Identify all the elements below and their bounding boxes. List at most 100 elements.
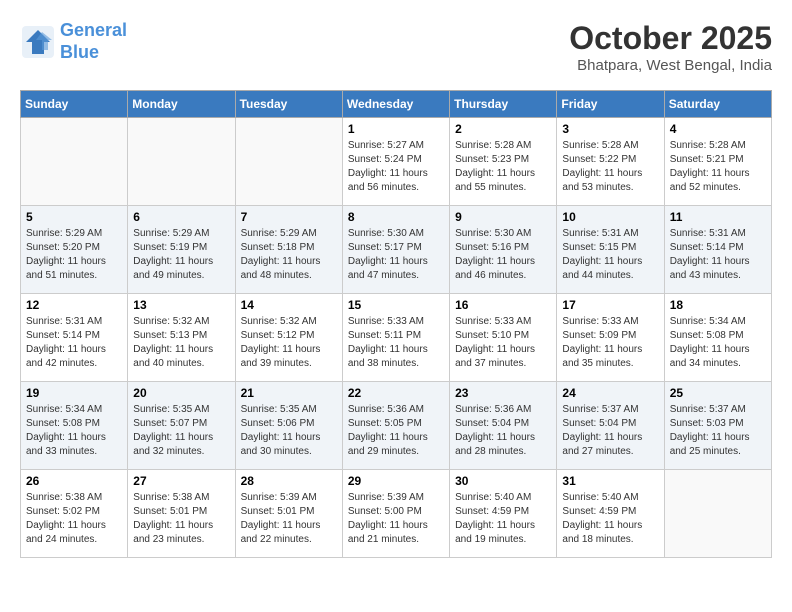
day-detail: Sunrise: 5:40 AM Sunset: 4:59 PM Dayligh… xyxy=(562,491,658,547)
day-detail: Sunrise: 5:37 AM Sunset: 5:03 PM Dayligh… xyxy=(670,403,766,459)
col-header-friday: Friday xyxy=(557,91,664,118)
calendar-cell: 15Sunrise: 5:33 AM Sunset: 5:11 PM Dayli… xyxy=(342,294,449,382)
col-header-wednesday: Wednesday xyxy=(342,91,449,118)
day-number: 3 xyxy=(562,122,658,136)
day-number: 9 xyxy=(455,210,551,224)
title-block: October 2025 Bhatpara, West Bengal, Indi… xyxy=(569,20,772,74)
calendar-cell: 9 Sunrise: 5:30 AM Sunset: 5:16 PM Daylig… xyxy=(450,206,557,294)
calendar-cell: 29Sunrise: 5:39 AM Sunset: 5:00 PM Dayli… xyxy=(342,470,449,558)
day-number: 17 xyxy=(562,298,658,312)
calendar-cell: 8 Sunrise: 5:30 AM Sunset: 5:17 PM Daylig… xyxy=(342,206,449,294)
day-detail: Sunrise: 5:33 AM Sunset: 5:10 PM Dayligh… xyxy=(455,315,551,371)
day-number: 2 xyxy=(455,122,551,136)
day-number: 16 xyxy=(455,298,551,312)
calendar-cell xyxy=(128,118,235,206)
day-detail: Sunrise: 5:38 AM Sunset: 5:02 PM Dayligh… xyxy=(26,491,122,547)
day-number: 4 xyxy=(670,122,766,136)
calendar-week-4: 19Sunrise: 5:34 AM Sunset: 5:08 PM Dayli… xyxy=(21,382,772,470)
day-detail: Sunrise: 5:28 AM Sunset: 5:21 PM Dayligh… xyxy=(670,139,766,195)
day-number: 1 xyxy=(348,122,444,136)
day-detail: Sunrise: 5:31 AM Sunset: 5:15 PM Dayligh… xyxy=(562,227,658,283)
logo-line2: Blue xyxy=(60,42,99,62)
calendar-cell xyxy=(21,118,128,206)
day-number: 7 xyxy=(241,210,337,224)
col-header-sunday: Sunday xyxy=(21,91,128,118)
calendar-cell: 27Sunrise: 5:38 AM Sunset: 5:01 PM Dayli… xyxy=(128,470,235,558)
day-detail: Sunrise: 5:27 AM Sunset: 5:24 PM Dayligh… xyxy=(348,139,444,195)
calendar-cell: 28 Sunrise: 5:39 AM Sunset: 5:01 PM Dayli… xyxy=(235,470,342,558)
calendar-cell: 4 Sunrise: 5:28 AM Sunset: 5:21 PM Daylig… xyxy=(664,118,771,206)
calendar-week-2: 5 Sunrise: 5:29 AM Sunset: 5:20 PM Daylig… xyxy=(21,206,772,294)
calendar-cell: 26Sunrise: 5:38 AM Sunset: 5:02 PM Dayli… xyxy=(21,470,128,558)
day-detail: Sunrise: 5:29 AM Sunset: 5:19 PM Dayligh… xyxy=(133,227,229,283)
day-number: 24 xyxy=(562,386,658,400)
day-number: 28 xyxy=(241,474,337,488)
col-header-monday: Monday xyxy=(128,91,235,118)
calendar-cell: 3Sunrise: 5:28 AM Sunset: 5:22 PM Daylig… xyxy=(557,118,664,206)
calendar-cell: 5 Sunrise: 5:29 AM Sunset: 5:20 PM Daylig… xyxy=(21,206,128,294)
day-detail: Sunrise: 5:38 AM Sunset: 5:01 PM Dayligh… xyxy=(133,491,229,547)
calendar-cell: 12 Sunrise: 5:31 AM Sunset: 5:14 PM Dayli… xyxy=(21,294,128,382)
calendar-cell: 13 Sunrise: 5:32 AM Sunset: 5:13 PM Dayli… xyxy=(128,294,235,382)
calendar-cell: 24 Sunrise: 5:37 AM Sunset: 5:04 PM Dayli… xyxy=(557,382,664,470)
calendar-cell: 21 Sunrise: 5:35 AM Sunset: 5:06 PM Dayli… xyxy=(235,382,342,470)
day-detail: Sunrise: 5:30 AM Sunset: 5:16 PM Dayligh… xyxy=(455,227,551,283)
day-detail: Sunrise: 5:31 AM Sunset: 5:14 PM Dayligh… xyxy=(670,227,766,283)
logo-icon xyxy=(20,24,56,60)
month-title: October 2025 xyxy=(569,20,772,57)
calendar-cell: 20Sunrise: 5:35 AM Sunset: 5:07 PM Dayli… xyxy=(128,382,235,470)
day-detail: Sunrise: 5:33 AM Sunset: 5:11 PM Dayligh… xyxy=(348,315,444,371)
location: Bhatpara, West Bengal, India xyxy=(569,57,772,74)
day-detail: Sunrise: 5:36 AM Sunset: 5:05 PM Dayligh… xyxy=(348,403,444,459)
day-detail: Sunrise: 5:33 AM Sunset: 5:09 PM Dayligh… xyxy=(562,315,658,371)
day-detail: Sunrise: 5:32 AM Sunset: 5:13 PM Dayligh… xyxy=(133,315,229,371)
calendar-week-3: 12 Sunrise: 5:31 AM Sunset: 5:14 PM Dayli… xyxy=(21,294,772,382)
day-number: 5 xyxy=(26,210,122,224)
day-number: 12 xyxy=(26,298,122,312)
day-detail: Sunrise: 5:30 AM Sunset: 5:17 PM Dayligh… xyxy=(348,227,444,283)
calendar-cell: 1 Sunrise: 5:27 AM Sunset: 5:24 PM Daylig… xyxy=(342,118,449,206)
day-detail: Sunrise: 5:39 AM Sunset: 5:01 PM Dayligh… xyxy=(241,491,337,547)
day-number: 30 xyxy=(455,474,551,488)
day-number: 11 xyxy=(670,210,766,224)
day-number: 6 xyxy=(133,210,229,224)
day-number: 18 xyxy=(670,298,766,312)
calendar-cell: 7 Sunrise: 5:29 AM Sunset: 5:18 PM Daylig… xyxy=(235,206,342,294)
col-header-tuesday: Tuesday xyxy=(235,91,342,118)
calendar-cell: 17 Sunrise: 5:33 AM Sunset: 5:09 PM Dayli… xyxy=(557,294,664,382)
calendar-cell: 31 Sunrise: 5:40 AM Sunset: 4:59 PM Dayli… xyxy=(557,470,664,558)
calendar-cell: 10 Sunrise: 5:31 AM Sunset: 5:15 PM Dayli… xyxy=(557,206,664,294)
calendar-cell: 11 Sunrise: 5:31 AM Sunset: 5:14 PM Dayli… xyxy=(664,206,771,294)
day-number: 19 xyxy=(26,386,122,400)
day-number: 8 xyxy=(348,210,444,224)
day-detail: Sunrise: 5:29 AM Sunset: 5:20 PM Dayligh… xyxy=(26,227,122,283)
calendar-cell: 23 Sunrise: 5:36 AM Sunset: 5:04 PM Dayli… xyxy=(450,382,557,470)
calendar-cell xyxy=(235,118,342,206)
day-number: 23 xyxy=(455,386,551,400)
day-detail: Sunrise: 5:31 AM Sunset: 5:14 PM Dayligh… xyxy=(26,315,122,371)
day-detail: Sunrise: 5:37 AM Sunset: 5:04 PM Dayligh… xyxy=(562,403,658,459)
calendar-week-1: 1 Sunrise: 5:27 AM Sunset: 5:24 PM Daylig… xyxy=(21,118,772,206)
col-header-thursday: Thursday xyxy=(450,91,557,118)
day-number: 21 xyxy=(241,386,337,400)
calendar-cell: 18Sunrise: 5:34 AM Sunset: 5:08 PM Dayli… xyxy=(664,294,771,382)
calendar-week-5: 26Sunrise: 5:38 AM Sunset: 5:02 PM Dayli… xyxy=(21,470,772,558)
logo-text: General Blue xyxy=(60,20,127,63)
day-number: 13 xyxy=(133,298,229,312)
calendar-cell: 22 Sunrise: 5:36 AM Sunset: 5:05 PM Dayli… xyxy=(342,382,449,470)
day-number: 22 xyxy=(348,386,444,400)
calendar-header-row: SundayMondayTuesdayWednesdayThursdayFrid… xyxy=(21,91,772,118)
day-detail: Sunrise: 5:35 AM Sunset: 5:06 PM Dayligh… xyxy=(241,403,337,459)
calendar-cell: 16 Sunrise: 5:33 AM Sunset: 5:10 PM Dayli… xyxy=(450,294,557,382)
logo: General Blue xyxy=(20,20,127,63)
day-number: 14 xyxy=(241,298,337,312)
day-detail: Sunrise: 5:29 AM Sunset: 5:18 PM Dayligh… xyxy=(241,227,337,283)
day-detail: Sunrise: 5:36 AM Sunset: 5:04 PM Dayligh… xyxy=(455,403,551,459)
day-number: 10 xyxy=(562,210,658,224)
day-number: 31 xyxy=(562,474,658,488)
day-number: 29 xyxy=(348,474,444,488)
day-detail: Sunrise: 5:40 AM Sunset: 4:59 PM Dayligh… xyxy=(455,491,551,547)
calendar-cell xyxy=(664,470,771,558)
calendar-cell: 25Sunrise: 5:37 AM Sunset: 5:03 PM Dayli… xyxy=(664,382,771,470)
day-detail: Sunrise: 5:35 AM Sunset: 5:07 PM Dayligh… xyxy=(133,403,229,459)
